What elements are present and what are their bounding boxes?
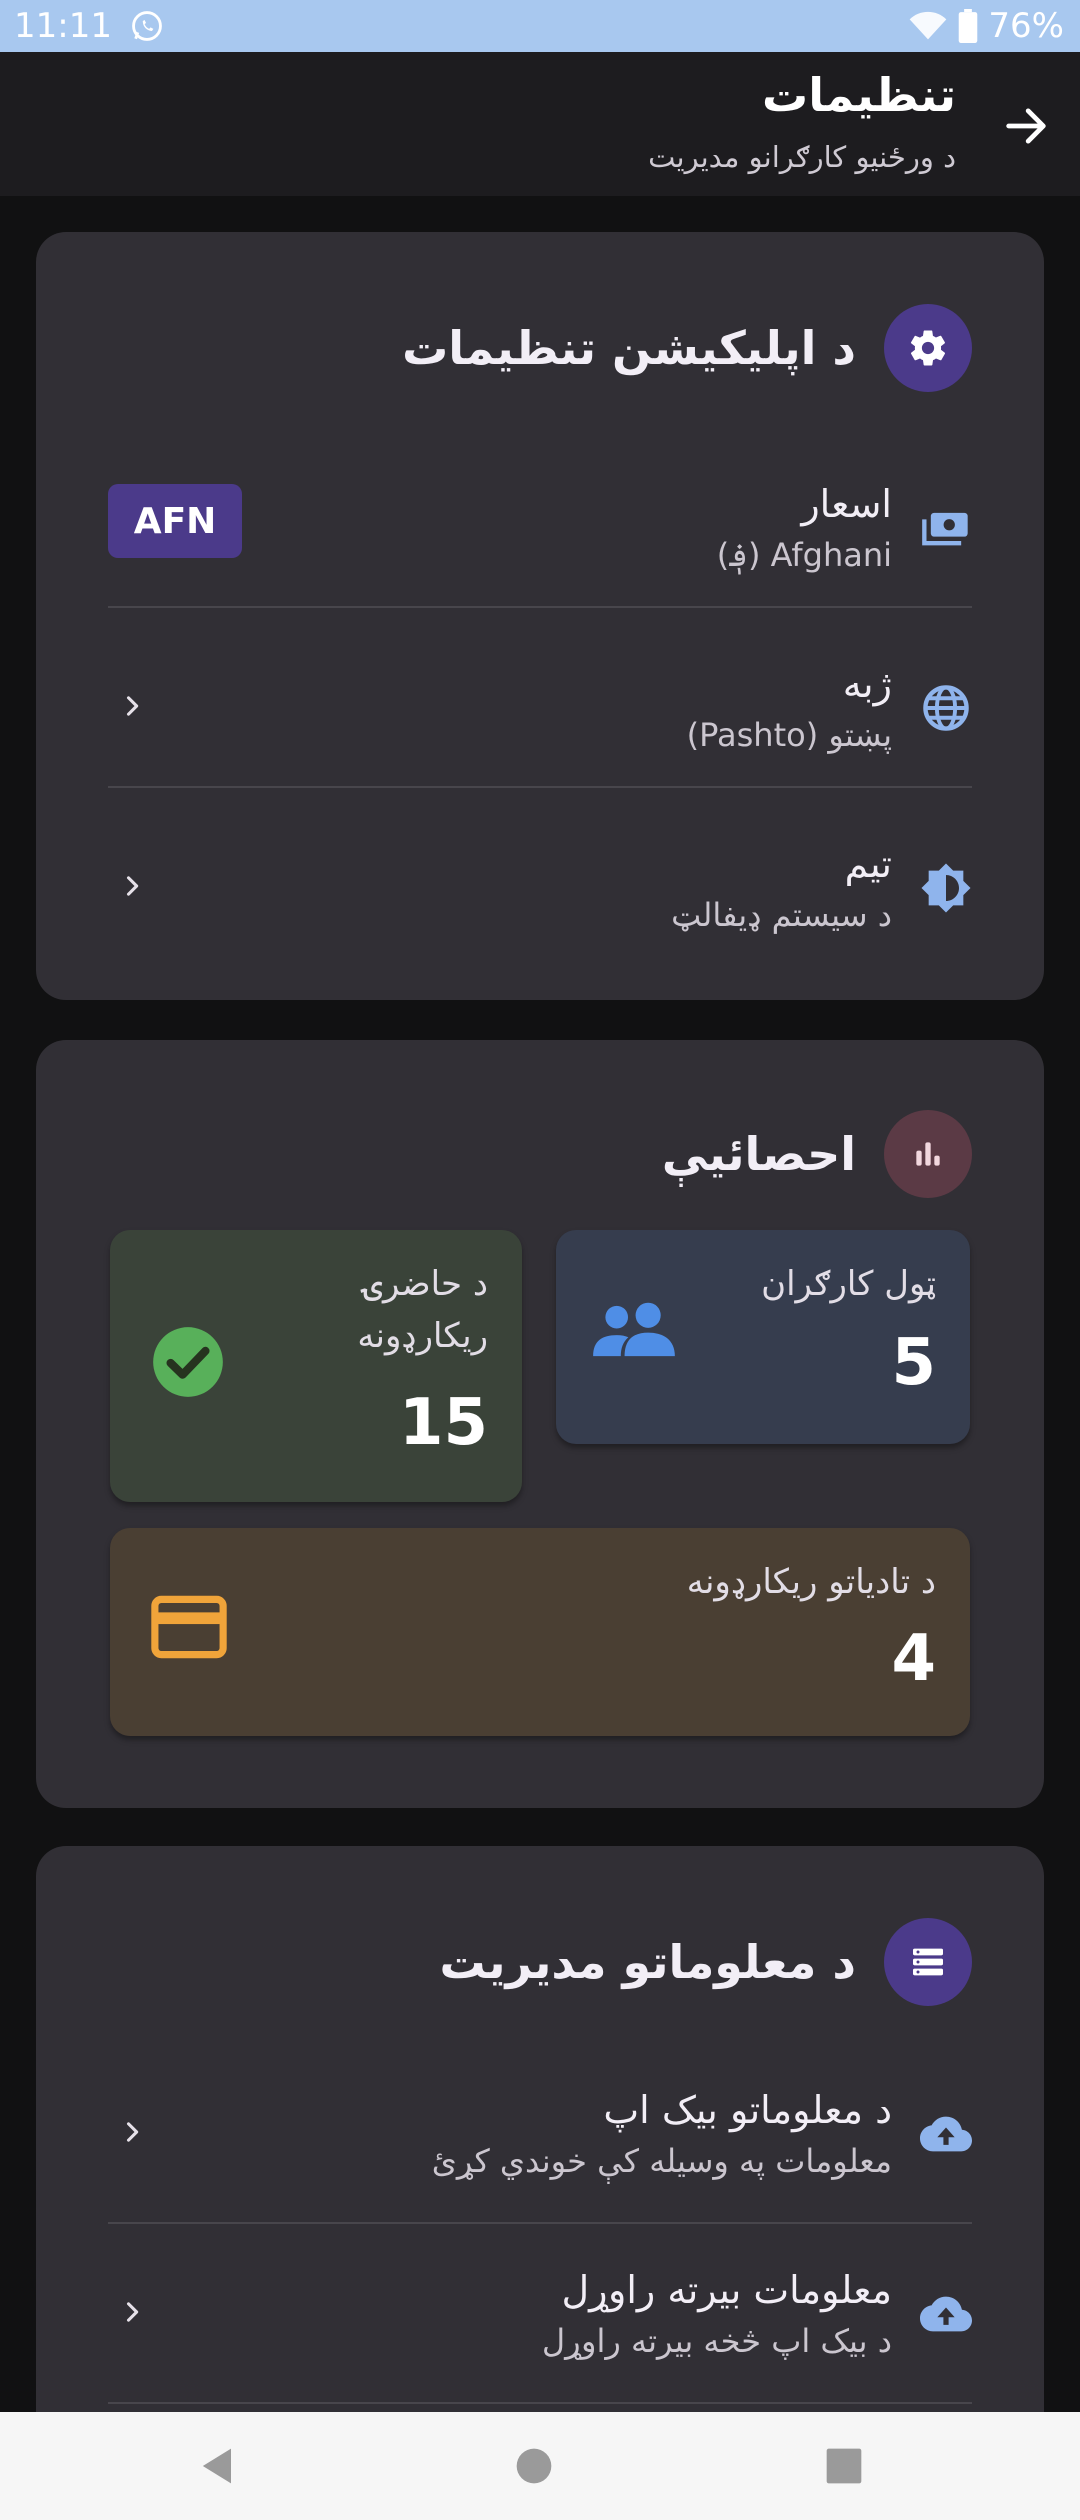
statistics-title: احصائیې xyxy=(661,1127,856,1181)
payment-records-tile[interactable]: د تادیاتو ریکارډونه 4 xyxy=(110,1528,970,1736)
currency-value: Afghani (؋) xyxy=(716,536,892,574)
payment-records-value: 4 xyxy=(891,1622,936,1696)
system-navigation-bar xyxy=(0,2412,1080,2520)
status-bar: 11:11 76% xyxy=(0,0,1080,52)
whatsapp-icon xyxy=(132,11,162,41)
divider xyxy=(108,2402,972,2404)
nav-home-icon[interactable] xyxy=(508,2440,560,2492)
attendance-records-tile[interactable]: د حاضرۍ ریکارډونه 15 xyxy=(110,1230,522,1502)
currency-label: اسعار xyxy=(801,482,892,526)
storage-icon xyxy=(884,1918,972,2006)
theme-brightness-icon xyxy=(921,863,971,913)
battery-icon xyxy=(959,9,978,43)
app-settings-title: د اپلیکیشن تنظیمات xyxy=(402,321,856,375)
nav-recents-icon[interactable] xyxy=(818,2440,870,2492)
total-workers-label: ټول کارګران xyxy=(761,1264,936,1304)
page-subtitle: د ورځنیو کارګرانو مدیریت xyxy=(648,140,956,174)
restore-description: د بیک اپ څخه بیرته راوړل xyxy=(541,2322,892,2360)
settings-gear-icon xyxy=(884,304,972,392)
theme-row[interactable]: تیم د سیستم ډیفالټ xyxy=(108,796,972,976)
data-management-header: د معلوماتو مدیریت xyxy=(440,1918,972,2006)
battery-level: 76% xyxy=(988,6,1064,46)
globe-icon xyxy=(923,685,969,731)
restore-row[interactable]: معلومات بیرته راوړل د بیک اپ څخه بیرته ر… xyxy=(108,2222,972,2402)
currency-money-icon xyxy=(922,512,968,546)
theme-value: د سیستم ډیفالټ xyxy=(671,896,892,934)
credit-card-icon xyxy=(151,1595,227,1659)
restore-label: معلومات بیرته راوړل xyxy=(561,2268,892,2312)
backup-description: معلومات په وسیله کې خوندي کړئ xyxy=(431,2142,892,2180)
data-management-card: د معلوماتو مدیریت د معلوماتو بیک اپ معلو… xyxy=(36,1846,1044,2466)
app-bar: تنظیمات د ورځنیو کارګرانو مدیریت xyxy=(0,52,1080,196)
bar-chart-icon xyxy=(884,1110,972,1198)
currency-badge: AFN xyxy=(108,484,242,558)
language-row[interactable]: ژبه پښتو (Pashto) xyxy=(108,616,972,796)
statistics-card: احصائیې ټول کارګران 5 د حاضرۍ ریکارډونه … xyxy=(36,1040,1044,1808)
attendance-label-line2: ریکارډونه xyxy=(357,1316,488,1356)
total-workers-value: 5 xyxy=(891,1326,936,1400)
cloud-upload-icon xyxy=(920,2296,972,2332)
backup-row[interactable]: د معلوماتو بیک اپ معلومات په وسیله کې خو… xyxy=(108,2042,972,2222)
language-label: ژبه xyxy=(842,662,892,706)
divider xyxy=(108,786,972,788)
backup-label: د معلوماتو بیک اپ xyxy=(603,2088,892,2132)
theme-label: تیم xyxy=(844,842,892,886)
wifi-icon xyxy=(910,11,947,40)
people-icon xyxy=(593,1302,675,1357)
chevron-right-icon xyxy=(126,2122,139,2142)
total-workers-tile[interactable]: ټول کارګران 5 xyxy=(556,1230,970,1444)
language-value: پښتو (Pashto) xyxy=(686,716,892,754)
chevron-right-icon xyxy=(126,696,139,716)
chevron-right-icon xyxy=(126,2302,139,2322)
chevron-right-icon xyxy=(126,876,139,896)
check-circle-icon xyxy=(153,1327,223,1397)
nav-back-icon[interactable] xyxy=(192,2440,244,2492)
payment-records-label: د تادیاتو ریکارډونه xyxy=(686,1562,936,1602)
page-title: تنظیمات xyxy=(762,68,956,122)
attendance-label-line1: د حاضرۍ xyxy=(363,1264,488,1304)
app-settings-card: د اپلیکیشن تنظیمات اسعار Afghani (؋) AFN… xyxy=(36,232,1044,1000)
attendance-value: 15 xyxy=(398,1386,488,1460)
cloud-upload-icon xyxy=(920,2116,972,2152)
status-time: 11:11 xyxy=(14,6,112,46)
back-arrow-icon[interactable] xyxy=(1000,100,1052,152)
statistics-header: احصائیې xyxy=(662,1110,972,1198)
app-settings-header: د اپلیکیشن تنظیمات xyxy=(402,304,972,392)
data-management-title: د معلوماتو مدیریت xyxy=(439,1935,856,1989)
currency-row[interactable]: اسعار Afghani (؋) AFN xyxy=(108,436,972,616)
divider xyxy=(108,606,972,608)
